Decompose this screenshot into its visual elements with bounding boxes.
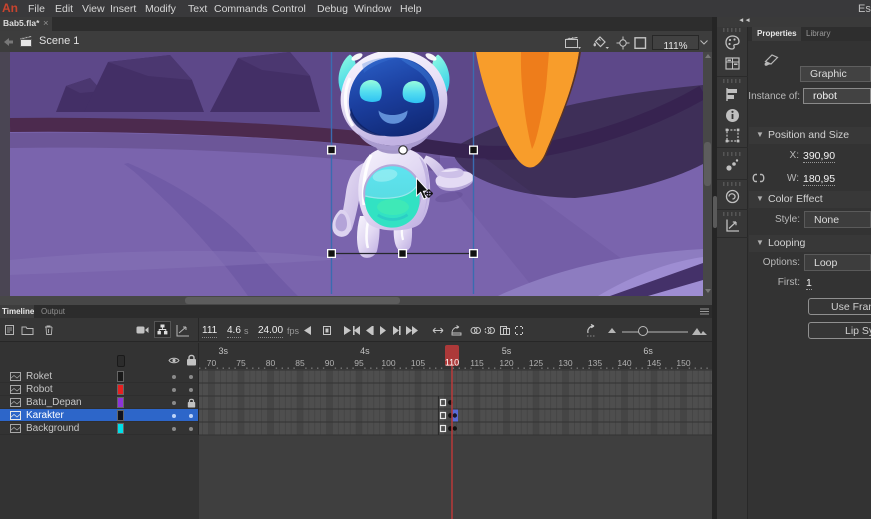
svg-text:85: 85 <box>295 358 305 368</box>
svg-text:125: 125 <box>529 358 543 368</box>
svg-text:70: 70 <box>207 358 217 368</box>
svg-text:3s: 3s <box>219 346 229 356</box>
svg-text:105: 105 <box>411 358 425 368</box>
svg-text:100: 100 <box>381 358 395 368</box>
svg-text:5s: 5s <box>502 346 512 356</box>
svg-text:90: 90 <box>325 358 335 368</box>
svg-text:115: 115 <box>470 358 484 368</box>
svg-text:120: 120 <box>499 358 513 368</box>
svg-text:145: 145 <box>647 358 661 368</box>
svg-text:135: 135 <box>588 358 602 368</box>
svg-text:130: 130 <box>558 358 572 368</box>
svg-text:80: 80 <box>266 358 276 368</box>
svg-text:140: 140 <box>617 358 631 368</box>
svg-text:150: 150 <box>676 358 690 368</box>
svg-text:75: 75 <box>236 358 246 368</box>
svg-text:6s: 6s <box>643 346 653 356</box>
svg-text:95: 95 <box>354 358 364 368</box>
svg-text:4s: 4s <box>360 346 370 356</box>
